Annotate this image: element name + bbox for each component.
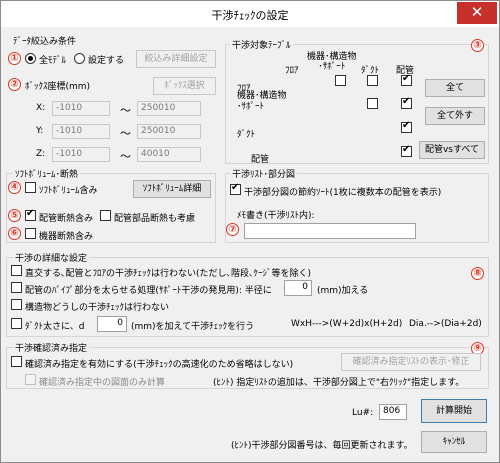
detail-opt4-suffix: (mm)を加えて干渉ﾁｪｯｸを行う [131, 322, 255, 332]
x-max-field[interactable]: 250010 [137, 101, 201, 116]
set-radio[interactable] [74, 53, 85, 64]
confirm-hint: (ﾋﾝﾄ) 指定ﾘｽﾄの追加は、干渉部分図上で"右ｸﾘｯｸ"指定します。 [213, 378, 465, 388]
softvol-include-label: ｿﾌﾄﾎﾞﾘｭｰﾑ含み [39, 186, 98, 196]
detail-opt2-label: 配管のﾊﾟｲﾌﾟ部分を太らせる処理(ｻﾎﾟｰﾄ干渉の発見用): 半径に [25, 286, 272, 296]
set-label: 設定する [88, 56, 125, 66]
filter-detail-button[interactable]: 絞込み詳細設定 [136, 50, 216, 68]
y-axis-label: Y: [36, 126, 44, 136]
pipe-parts-insul-label: 配管部品断熱も考慮 [114, 214, 196, 224]
detail-opt3-checkbox[interactable] [11, 299, 22, 310]
data-filter-label: ﾃﾞｰﾀ絞込み条件 [13, 37, 77, 47]
close-button[interactable]: ✕ [457, 2, 497, 24]
detail-opt3-label: 構造物どうしの干渉ﾁｪｯｸは行わない [25, 303, 170, 313]
x-axis-label: X: [36, 103, 46, 113]
marker-5: ⑤ [8, 209, 21, 222]
confirm-enable-checkbox[interactable] [11, 356, 22, 367]
pipe-parts-insul-checkbox[interactable] [100, 210, 111, 221]
floor-pipe-checkbox[interactable] [401, 73, 412, 86]
marker-4: ④ [8, 181, 21, 194]
title-bar: 干渉ﾁｪｯｸの設定 ✕ [1, 1, 499, 27]
lu-label: Lu#: [352, 408, 374, 418]
pipe-radius-input[interactable]: 0 [284, 280, 312, 296]
confirm-list-button[interactable]: 確認済み指定ﾘｽﾄの表示･修正 [341, 353, 481, 371]
floor-duct-checkbox[interactable] [367, 75, 378, 86]
softvol-include-checkbox[interactable] [25, 182, 36, 193]
duct-d-input[interactable]: 0 [97, 316, 127, 332]
equip-duct-checkbox[interactable] [367, 98, 378, 109]
duct-formula-round: Dia.-->(Dia+2d) [409, 319, 482, 329]
pipe-pipe-checkbox[interactable] [401, 144, 412, 157]
dialog-title: 干渉ﾁｪｯｸの設定 [211, 9, 289, 22]
z-axis-label: Z: [36, 149, 46, 159]
softvol-label: ｿﾌﾄﾎﾞﾘｭｰﾑ･断熱 [13, 167, 81, 180]
save-sort-checkbox[interactable] [230, 182, 241, 195]
duct-formula-rect: WxH--->(W+2d)x(H+2d) [291, 319, 403, 329]
confirm-only-calc-label: 確認済み指定中の図面のみ計算 [39, 378, 166, 388]
row-duct-label: ﾀﾞｸﾄ [237, 130, 256, 140]
z-min-field[interactable]: -1010 [52, 147, 110, 162]
equip-insul-checkbox[interactable] [25, 228, 36, 239]
memo-input[interactable] [244, 223, 416, 239]
save-sort-label: 干渉部分図の節約ｿｰﾄ(1枚に複数本の配管を表示) [244, 188, 442, 198]
all-models-label: 全ﾓﾃﾞﾙ [39, 56, 67, 66]
marker-8: ⑧ [471, 267, 484, 280]
list-label: 干渉ﾘｽﾄ･部分図 [230, 167, 298, 180]
memo-label: ﾒﾓ書き(干渉ﾘｽﾄ内): [237, 211, 315, 221]
detail-opt4-checkbox[interactable] [11, 318, 22, 329]
confirm-label: 干渉確認済み指定 [13, 341, 90, 354]
marker-1: ① [8, 52, 21, 65]
all-models-radio[interactable] [25, 53, 36, 64]
confirm-only-calc-checkbox[interactable] [25, 374, 36, 385]
equip-pipe-checkbox[interactable] [401, 96, 412, 109]
box-coords-label: ﾎﾞｯｸｽ座標(mm) [25, 82, 91, 92]
x-min-field[interactable]: -1010 [52, 101, 110, 116]
confirm-enable-label: 確認済み指定を有効にする(干渉ﾁｪｯｸの高速化のため省略はしない) [25, 360, 294, 370]
z-max-field[interactable]: 40010 [137, 147, 201, 162]
marker-2: ② [8, 78, 21, 91]
z-tilde: ～ [120, 150, 131, 163]
target-table-label: 干渉対象ﾃｰﾌﾞﾙ [230, 38, 293, 51]
dialog-window: 干渉ﾁｪｯｸの設定 ✕ ﾃﾞｰﾀ絞込み条件 ① 全ﾓﾃﾞﾙ 設定する 絞込み詳細… [0, 0, 500, 463]
y-max-field[interactable]: 250010 [137, 124, 201, 139]
lu-input[interactable]: 806 [379, 404, 407, 420]
floor-equip-checkbox[interactable] [335, 75, 346, 86]
start-calc-button[interactable]: 計算開始 [421, 399, 487, 423]
detail-opt2-checkbox[interactable] [11, 282, 22, 293]
marker-3: ③ [471, 39, 484, 52]
col-equip-header: 機器･構造物 ･ｻﾎﾟｰﾄ [307, 52, 357, 72]
row-equip-label: 機器･構造物 ･ｻﾎﾟｰﾄ [237, 91, 287, 112]
detail-opt4-label: ﾀﾞｸﾄ太さに、d [25, 322, 85, 332]
detail-opt1-checkbox[interactable] [11, 265, 22, 276]
pipe-insul-checkbox[interactable] [25, 208, 36, 221]
y-min-field[interactable]: -1010 [52, 124, 110, 139]
detail-label: 干渉の詳細な設定 [13, 251, 90, 264]
clear-all-button[interactable]: 全て外す [425, 107, 485, 125]
detail-opt2-unit: (mm)加える [317, 286, 369, 296]
pipe-insul-label: 配管断熱含み [39, 214, 94, 224]
detail-opt1-label: 直交する､配管とﾌﾛｱの干渉ﾁｪｯｸは行わない(ただし､階段､ｹｰｼﾞ等を除く) [25, 269, 312, 279]
equip-insul-label: 機器断熱含み [39, 232, 94, 242]
cancel-button[interactable]: ｷｬﾝｾﾙ [421, 431, 487, 453]
softvol-detail-button[interactable]: ｿﾌﾄﾎﾞﾘｭｰﾑ詳細 [133, 180, 211, 198]
select-all-button[interactable]: 全て [425, 79, 485, 97]
y-tilde: ～ [120, 127, 131, 140]
x-tilde: ～ [120, 104, 131, 117]
box-select-button[interactable]: ﾎﾞｯｸｽ選択 [153, 77, 216, 95]
duct-pipe-checkbox[interactable] [401, 120, 412, 133]
row-pipe-label: 配管 [251, 155, 270, 165]
marker-7: ⑦ [226, 223, 239, 236]
col-floor-header: ﾌﾛｱ [285, 66, 299, 76]
marker-6: ⑥ [8, 227, 21, 240]
pipe-vs-all-button[interactable]: 配管vsすべて [419, 141, 485, 159]
footer-hint: (ﾋﾝﾄ)干渉部分図番号は、毎回更新されます。 [231, 441, 413, 451]
